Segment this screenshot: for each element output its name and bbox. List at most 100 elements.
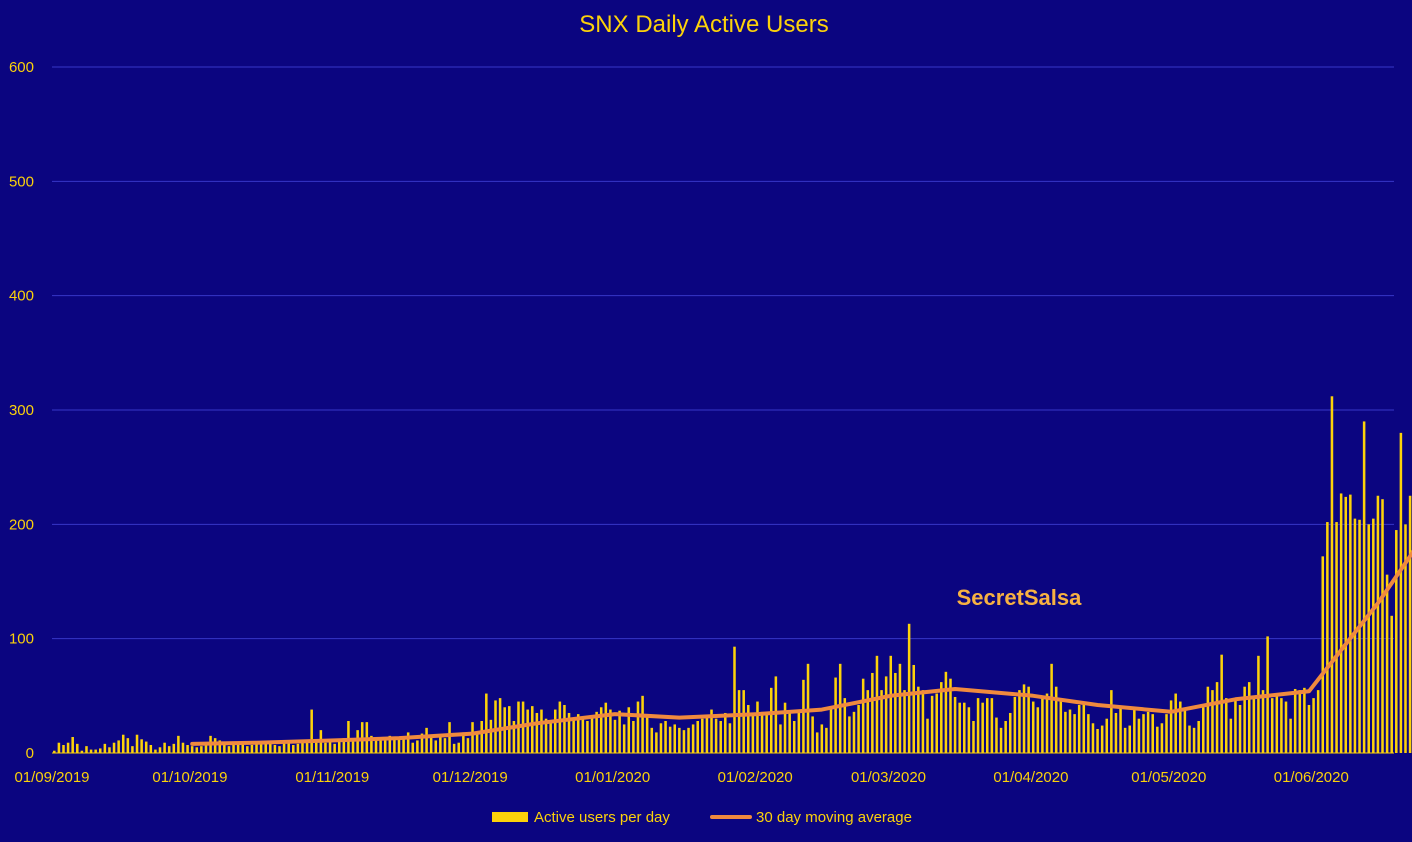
bar	[489, 719, 493, 753]
bar	[1128, 725, 1131, 753]
bar	[1050, 663, 1053, 753]
bar	[563, 704, 566, 753]
bar	[213, 738, 217, 753]
bar	[618, 710, 621, 753]
bar	[526, 709, 529, 753]
bar	[1367, 524, 1370, 753]
bar	[282, 742, 286, 753]
bar	[1165, 714, 1168, 753]
bar	[471, 722, 474, 753]
bar	[1307, 704, 1311, 753]
bar	[884, 676, 888, 753]
bar	[986, 698, 989, 753]
legend-moving-average-label: 30 day moving average	[756, 809, 912, 826]
bar	[1059, 701, 1063, 753]
bar	[705, 716, 709, 753]
bar	[765, 714, 768, 753]
bar	[742, 690, 745, 753]
bar	[1202, 707, 1205, 753]
bar	[1252, 698, 1256, 753]
bar	[1321, 556, 1325, 753]
bar	[1289, 718, 1292, 753]
chart-title: SNX Daily Active Users	[579, 11, 828, 38]
bar	[108, 747, 111, 753]
y-tick-label: 100	[9, 631, 34, 648]
x-tick-label: 01/11/2019	[295, 769, 369, 786]
bar	[94, 749, 97, 753]
bar	[687, 727, 690, 753]
bar	[1018, 690, 1021, 753]
bar	[655, 732, 658, 753]
bar	[861, 678, 865, 753]
bar	[995, 717, 998, 753]
bar	[848, 716, 851, 753]
bar	[1156, 726, 1159, 753]
bar	[135, 734, 139, 753]
bar	[1188, 725, 1191, 753]
bar	[792, 720, 796, 753]
bar	[1284, 701, 1288, 753]
bar	[967, 707, 971, 753]
bar	[1261, 690, 1265, 753]
bar	[549, 720, 552, 753]
bar	[797, 712, 801, 753]
bar	[1330, 396, 1334, 753]
bar	[1234, 698, 1237, 753]
bar	[269, 743, 272, 753]
bar	[1119, 707, 1122, 753]
x-tick-label: 01/10/2019	[152, 769, 227, 786]
bar	[871, 672, 874, 753]
bar	[756, 701, 759, 753]
bar	[429, 735, 433, 753]
bar	[958, 702, 961, 753]
bar	[448, 722, 451, 753]
bar	[1110, 690, 1113, 753]
bar	[1169, 700, 1173, 753]
bar	[337, 741, 341, 753]
bar	[1349, 494, 1352, 753]
bar	[1008, 712, 1012, 753]
bar	[273, 745, 277, 753]
bar	[719, 720, 722, 753]
bar	[1192, 727, 1196, 753]
bar	[825, 727, 828, 753]
bar	[452, 743, 456, 753]
bar	[154, 749, 157, 753]
bar	[236, 745, 240, 753]
bar	[894, 672, 897, 753]
bar	[181, 742, 185, 753]
bar	[1280, 698, 1283, 753]
bar	[636, 701, 640, 753]
bar	[457, 742, 460, 753]
bar	[278, 746, 281, 753]
bar	[737, 690, 741, 753]
bar	[535, 712, 539, 753]
bar	[1275, 693, 1279, 753]
bar	[926, 718, 929, 753]
bar	[89, 749, 93, 753]
bar	[177, 735, 180, 753]
bar	[1395, 530, 1398, 753]
bar	[815, 732, 819, 753]
bar	[57, 742, 61, 753]
bar	[696, 720, 699, 753]
bar	[402, 739, 405, 753]
bar	[158, 747, 162, 753]
bar	[246, 746, 249, 753]
bar	[117, 740, 120, 753]
bar	[1270, 698, 1274, 753]
bar	[1229, 718, 1233, 753]
bar	[140, 739, 143, 753]
bar	[1064, 711, 1067, 753]
bar	[1303, 687, 1306, 753]
bar	[1036, 707, 1040, 753]
bar	[259, 743, 263, 753]
bar	[1105, 718, 1109, 753]
bar	[333, 743, 336, 753]
bar	[553, 709, 557, 753]
bar	[172, 743, 176, 753]
bar	[98, 748, 102, 753]
bar	[1068, 709, 1072, 753]
bar	[747, 704, 750, 753]
bar	[907, 623, 911, 753]
